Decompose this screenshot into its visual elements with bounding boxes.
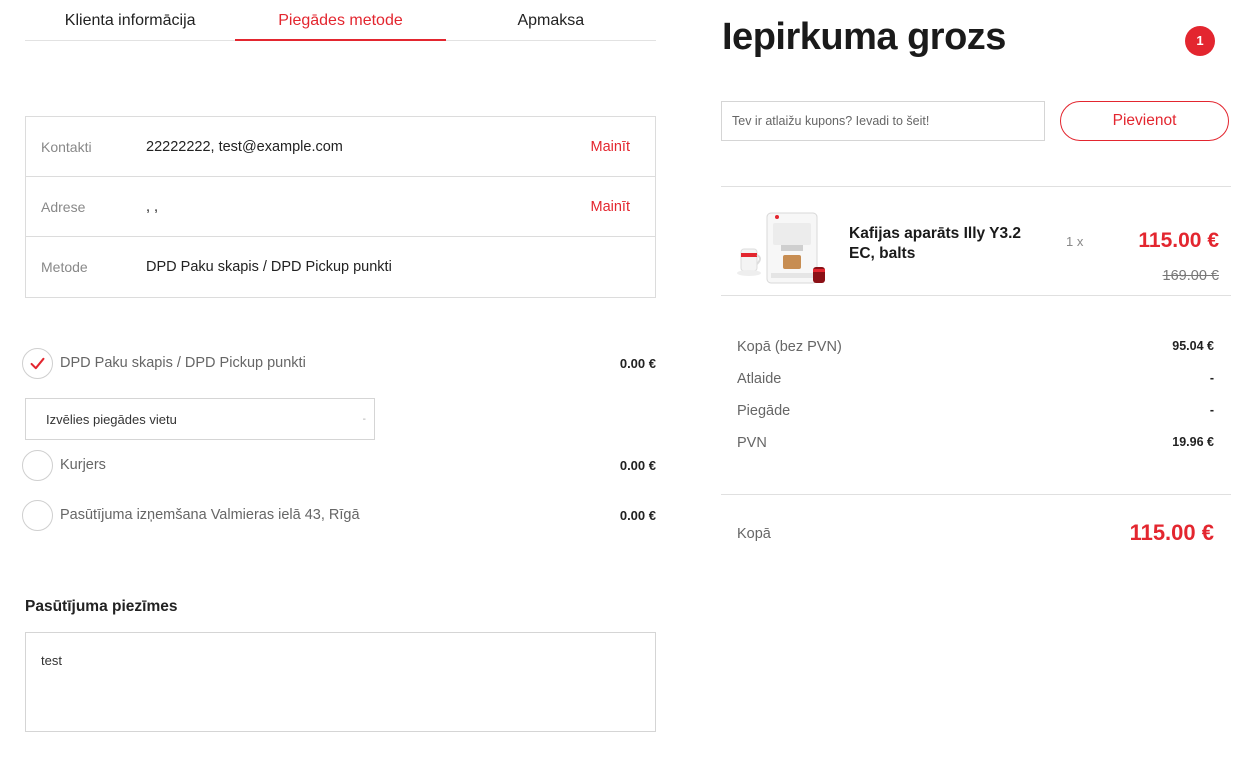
divider	[721, 295, 1231, 296]
summary-label: Kontakti	[41, 138, 92, 155]
shipping-option-price: 0.00 €	[619, 355, 656, 371]
shipping-option-label: DPD Paku skapis / DPD Pickup punkti	[60, 355, 306, 371]
shipping-radio-dpd[interactable]	[22, 347, 53, 379]
totals-label: Atlaide	[737, 371, 782, 387]
tab-client-info[interactable]: Klienta informācija	[25, 0, 235, 40]
product-quantity: 1 x	[1066, 234, 1084, 249]
totals-label: Kopā (bez PVN)	[737, 339, 842, 355]
totals-value: 95.04 €	[1172, 339, 1214, 353]
totals-row-vat: PVN 19.96 €	[737, 435, 1214, 451]
summary-value: , ,	[146, 198, 159, 215]
summary-row-address: Adrese , , Mainīt	[26, 177, 655, 237]
divider	[721, 186, 1231, 187]
cart-title: Iepirkuma grozs	[722, 16, 1006, 58]
tab-payment[interactable]: Apmaksa	[446, 0, 656, 40]
totals-row-subtotal: Kopā (bez PVN) 95.04 €	[737, 339, 1214, 355]
checkout-tabs: Klienta informācija Piegādes metode Apma…	[25, 0, 656, 41]
pickup-select-value: Izvēlies piegādes vietu	[46, 411, 177, 427]
pickup-location-select[interactable]: Izvēlies piegādes vietu -	[25, 398, 375, 440]
cart-count-badge: 1	[1185, 26, 1215, 56]
summary-value: 22222222, test@example.com	[146, 138, 343, 155]
add-coupon-button[interactable]: Pievienot	[1060, 101, 1229, 141]
change-contacts-link[interactable]: Mainīt	[591, 139, 631, 155]
totals-value: 19.96 €	[1172, 435, 1214, 449]
change-address-link[interactable]: Mainīt	[591, 199, 631, 215]
totals-value: -	[1209, 371, 1214, 385]
order-notes-title: Pasūtījuma piezīmes	[25, 598, 178, 615]
grand-total-value: 115.00 €	[1129, 520, 1214, 545]
checkmark-icon	[30, 357, 45, 369]
tab-shipping-method[interactable]: Piegādes metode	[235, 0, 446, 41]
shipping-option-dpd[interactable]: DPD Paku skapis / DPD Pickup punkti 0.00…	[22, 346, 656, 380]
product-name[interactable]: Kafijas aparāts Illy Y3.2 EC, balts	[849, 224, 1029, 264]
order-summary-box: Kontakti 22222222, test@example.com Main…	[25, 116, 656, 298]
totals-row-shipping: Piegāde -	[737, 403, 1214, 419]
shipping-radio-courier[interactable]	[22, 449, 53, 481]
shipping-option-price: 0.00 €	[619, 457, 656, 473]
totals-label: PVN	[737, 435, 767, 451]
summary-row-contacts: Kontakti 22222222, test@example.com Main…	[26, 117, 655, 177]
coffee-machine-icon	[737, 212, 825, 284]
summary-value: DPD Paku skapis / DPD Pickup punkti	[146, 259, 392, 275]
dropdown-arrow-icon: -	[362, 413, 366, 425]
order-notes-textarea[interactable]: test	[25, 632, 656, 732]
shipping-option-label: Pasūtījuma izņemšana Valmieras ielā 43, …	[60, 507, 360, 523]
shipping-option-pickup-store[interactable]: Pasūtījuma izņemšana Valmieras ielā 43, …	[22, 498, 656, 532]
grand-total-label: Kopā	[737, 526, 771, 542]
divider	[721, 494, 1231, 495]
product-old-price: 169.00 €	[1162, 268, 1219, 284]
shipping-option-courier[interactable]: Kurjers 0.00 €	[22, 448, 656, 482]
summary-label: Adrese	[41, 198, 86, 215]
shipping-option-label: Kurjers	[60, 457, 106, 473]
shipping-radio-pickup-store[interactable]	[22, 499, 53, 531]
shipping-option-price: 0.00 €	[619, 507, 656, 523]
product-price: 115.00 €	[1138, 229, 1219, 252]
totals-label: Piegāde	[737, 403, 791, 419]
totals-value: -	[1209, 403, 1214, 417]
coupon-input[interactable]	[721, 101, 1045, 141]
summary-row-method: Metode DPD Paku skapis / DPD Pickup punk…	[26, 237, 655, 297]
totals-row-discount: Atlaide -	[737, 371, 1214, 387]
summary-label: Metode	[41, 259, 88, 275]
